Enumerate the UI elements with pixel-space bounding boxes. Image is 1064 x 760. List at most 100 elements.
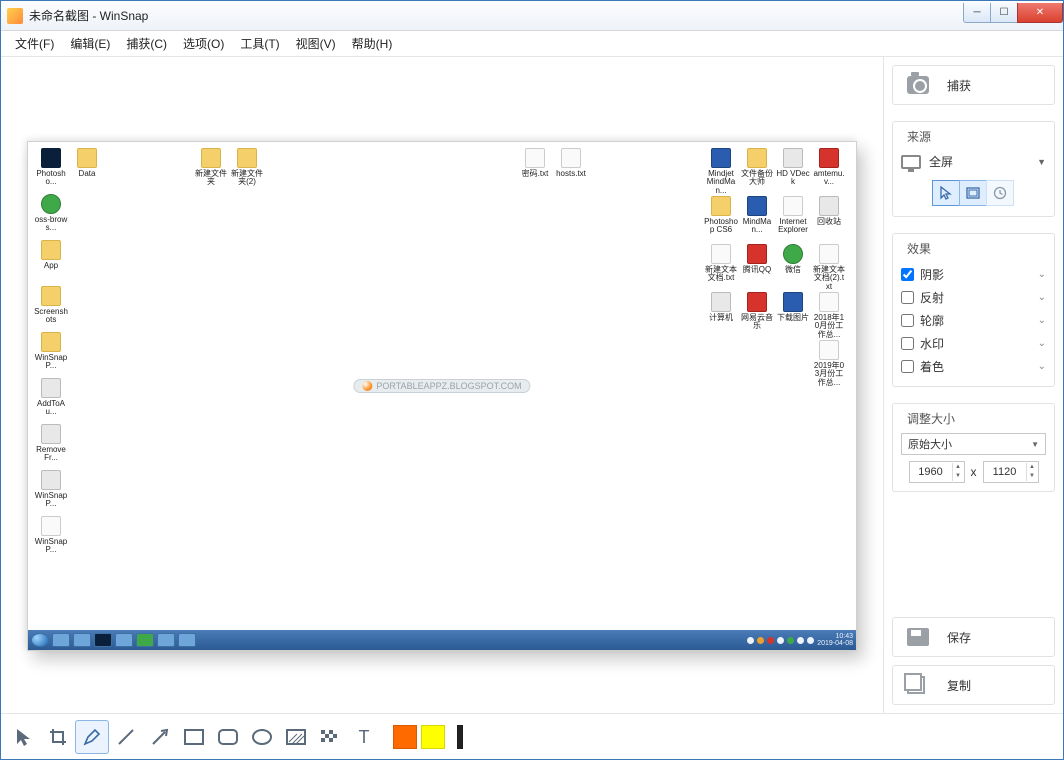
watermark-orb-icon <box>362 381 372 391</box>
rect-tool[interactable] <box>177 720 211 754</box>
source-mode-label: 全屏 <box>929 153 953 170</box>
taskbar-item <box>52 633 70 647</box>
arrow-tool[interactable] <box>143 720 177 754</box>
effect-reflection-checkbox[interactable] <box>901 291 914 304</box>
effect-outline[interactable]: 轮廓⌄ <box>901 309 1046 332</box>
cursor-tool[interactable] <box>932 180 960 206</box>
desktop-icon: Mindjet MindMan... <box>704 148 738 195</box>
effect-shadow-checkbox[interactable] <box>901 268 914 281</box>
svg-text:T: T <box>359 727 370 747</box>
copy-button-label: 复制 <box>947 677 971 694</box>
desktop-icon: MindMan... <box>740 196 774 235</box>
window-title: 未命名截图 - WinSnap <box>29 7 148 24</box>
chevron-down-icon[interactable]: ⌄ <box>1038 269 1046 280</box>
desktop-icon: 下载图片 <box>776 292 810 322</box>
close-button[interactable]: ✕ <box>1017 3 1063 23</box>
desktop-icon: 腾讯QQ <box>740 244 774 274</box>
desktop-icon: WinSnapP... <box>34 470 68 509</box>
effects-legend: 效果 <box>903 240 935 257</box>
height-input[interactable]: 1120▲▼ <box>983 461 1039 483</box>
taskbar-item <box>115 633 133 647</box>
taskbar-item <box>157 633 175 647</box>
resize-preset-dropdown[interactable]: 原始大小 ▼ <box>901 433 1046 455</box>
minimize-button[interactable]: ─ <box>963 3 991 23</box>
desktop-icon: AddToAu... <box>34 378 68 417</box>
taskbar-item <box>136 633 154 647</box>
desktop-icon: 2019年03月份工作总... <box>812 340 846 387</box>
desktop-icon: 计算机 <box>704 292 738 322</box>
desktop-icon: 网易云音乐 <box>740 292 774 331</box>
watermark-text: PORTABLEAPPZ.BLOGSPOT.COM <box>376 381 521 391</box>
desktop-icon: 回收站 <box>812 196 846 226</box>
chevron-down-icon[interactable]: ⌄ <box>1038 361 1046 372</box>
taskbar-item <box>73 633 91 647</box>
desktop-icon: 密码.txt <box>518 148 552 178</box>
menu-edit[interactable]: 编辑(E) <box>62 31 118 56</box>
rounded-rect-tool[interactable] <box>211 720 245 754</box>
resize-panel: 调整大小 原始大小 ▼ 1960▲▼ x 1120▲▼ <box>892 403 1055 492</box>
source-panel: 来源 全屏 ▼ <box>892 121 1055 217</box>
copy-icon <box>907 676 929 694</box>
desktop-icon: 新建文本文档.txt <box>704 244 738 283</box>
capture-button[interactable]: 捕获 <box>892 65 1055 105</box>
crop-tool[interactable] <box>41 720 75 754</box>
effect-tint-checkbox[interactable] <box>901 360 914 373</box>
chevron-down-icon: ▼ <box>1031 440 1039 449</box>
menu-capture[interactable]: 捕获(C) <box>118 31 175 56</box>
chevron-down-icon[interactable]: ⌄ <box>1038 338 1046 349</box>
effect-watermark-checkbox[interactable] <box>901 337 914 350</box>
blur-tool[interactable] <box>279 720 313 754</box>
color-swatch-1[interactable] <box>393 725 417 749</box>
desktop-icon: oss-brows... <box>34 194 68 233</box>
monitor-icon <box>901 155 921 169</box>
pixelate-tool[interactable] <box>313 720 347 754</box>
chevron-down-icon: ▼ <box>1037 157 1046 167</box>
effect-outline-checkbox[interactable] <box>901 314 914 327</box>
text-tool[interactable]: T <box>347 720 381 754</box>
copy-button[interactable]: 复制 <box>892 665 1055 705</box>
menu-help[interactable]: 帮助(H) <box>344 31 401 56</box>
canvas-area[interactable]: Photosho...Dataoss-brows...AppScreenshot… <box>1 57 883 713</box>
ellipse-tool[interactable] <box>245 720 279 754</box>
desktop-icon: RemoveFr... <box>34 424 68 463</box>
start-orb-icon <box>31 633 49 647</box>
effect-tint[interactable]: 着色⌄ <box>901 355 1046 378</box>
delay-tool[interactable] <box>986 180 1014 206</box>
pointer-tool[interactable] <box>7 720 41 754</box>
source-mode-dropdown[interactable]: 全屏 ▼ <box>901 151 1046 178</box>
menu-options[interactable]: 选项(O) <box>175 31 232 56</box>
desktop-icon: App <box>34 240 68 270</box>
color-swatch-3[interactable] <box>457 725 463 749</box>
menu-file[interactable]: 文件(F) <box>7 31 62 56</box>
captured-screenshot: Photosho...Dataoss-brows...AppScreenshot… <box>27 141 857 651</box>
color-swatch-2[interactable] <box>421 725 445 749</box>
system-tray: 10:43 2019-04-08 <box>747 633 853 647</box>
taskbar-item <box>94 633 112 647</box>
width-input[interactable]: 1960▲▼ <box>909 461 965 483</box>
chevron-down-icon[interactable]: ⌄ <box>1038 315 1046 326</box>
line-tool[interactable] <box>109 720 143 754</box>
desktop-icon: hosts.txt <box>554 148 588 178</box>
maximize-button[interactable]: ☐ <box>990 3 1018 23</box>
desktop-icon: 新建文件夹(2) <box>230 148 264 187</box>
times-label: x <box>971 465 977 479</box>
menu-view[interactable]: 视图(V) <box>288 31 344 56</box>
chevron-down-icon[interactable]: ⌄ <box>1038 292 1046 303</box>
screenshot-container: Photosho...Dataoss-brows...AppScreenshot… <box>27 141 857 651</box>
desktop-icon: Data <box>70 148 104 178</box>
menu-tools[interactable]: 工具(T) <box>232 31 287 56</box>
effect-watermark[interactable]: 水印⌄ <box>901 332 1046 355</box>
window-tool[interactable] <box>959 180 987 206</box>
effect-reflection[interactable]: 反射⌄ <box>901 286 1046 309</box>
watermark-badge: PORTABLEAPPZ.BLOGSPOT.COM <box>353 379 530 393</box>
desktop-icon: 2018年10月份工作总... <box>812 292 846 339</box>
effect-shadow[interactable]: 阴影⌄ <box>901 263 1046 286</box>
pen-tool[interactable] <box>75 720 109 754</box>
effects-panel: 效果 阴影⌄ 反射⌄ 轮廓⌄ 水印⌄ 着色⌄ <box>892 233 1055 387</box>
resize-preset-label: 原始大小 <box>908 436 952 452</box>
desktop-icon: 文件备份大师 <box>740 148 774 187</box>
save-button[interactable]: 保存 <box>892 617 1055 657</box>
taskbar-item <box>178 633 196 647</box>
capture-button-label: 捕获 <box>947 77 971 94</box>
titlebar: 未命名截图 - WinSnap ─ ☐ ✕ <box>1 1 1063 31</box>
